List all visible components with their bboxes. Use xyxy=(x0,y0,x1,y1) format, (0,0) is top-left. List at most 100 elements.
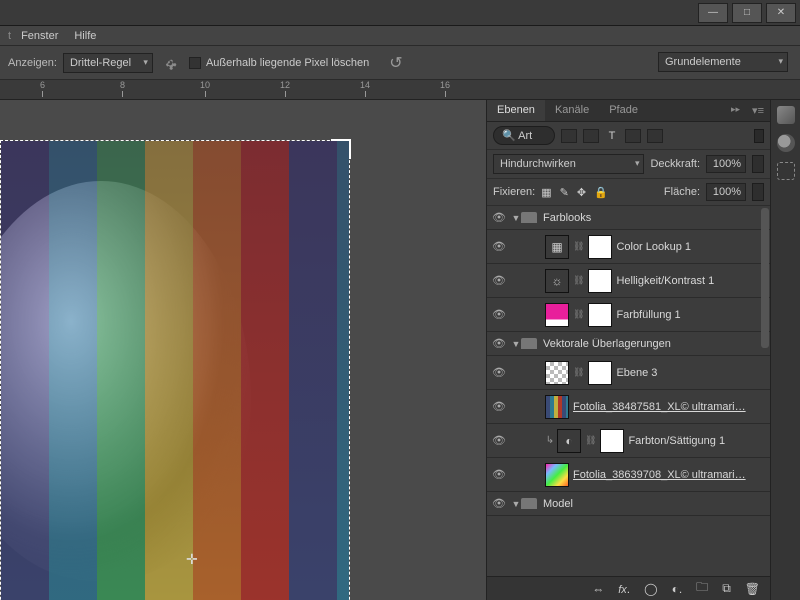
mask-thumb[interactable] xyxy=(600,429,624,453)
delete-layer-icon[interactable]: 🗑 xyxy=(745,582,760,596)
layers-panel: Ebenen Kanäle Pfade ▸▸ ▾≡ 🔍 Art T Hindur… xyxy=(486,100,770,600)
panel-collapse-icon[interactable]: ▸▸ xyxy=(725,100,746,121)
maximize-button[interactable]: □ xyxy=(732,3,762,23)
layer-item[interactable]: 👁 ▦ ⛓ Color Lookup 1 xyxy=(487,230,770,264)
scrollbar-thumb[interactable] xyxy=(761,208,769,348)
link-icon: ⛓ xyxy=(585,435,596,446)
layer-group[interactable]: 👁 ▼ Farblooks xyxy=(487,206,770,230)
tab-kanaele[interactable]: Kanäle xyxy=(545,100,599,121)
layer-group[interactable]: 👁 ▼ Vektorale Überlagerungen xyxy=(487,332,770,356)
visibility-toggle[interactable]: 👁 xyxy=(487,366,511,379)
layers-list[interactable]: 👁 ▼ Farblooks 👁 ▦ ⛓ Color Lookup 1 👁 ☼ ⛓… xyxy=(487,206,770,576)
twirl-icon[interactable]: ▼ xyxy=(511,499,521,509)
lock-all-icon[interactable]: 🔒 xyxy=(594,186,608,199)
visibility-toggle[interactable]: 👁 xyxy=(487,211,511,224)
adjustment-thumb: ◐ xyxy=(557,429,581,453)
layers-dock-icon[interactable] xyxy=(777,106,795,124)
visibility-toggle[interactable]: 👁 xyxy=(487,497,511,510)
lock-transparency-icon[interactable]: ▦ xyxy=(541,186,551,199)
layer-item[interactable]: 👁 ☼ ⛓ Helligkeit/Kontrast 1 xyxy=(487,264,770,298)
close-button[interactable]: ✕ xyxy=(766,3,796,23)
tab-pfade[interactable]: Pfade xyxy=(599,100,648,121)
options-bar: Anzeigen: Drittel-Regel Außerhalb liegen… xyxy=(0,46,800,80)
lock-label: Fixieren: xyxy=(493,186,535,198)
mask-thumb[interactable] xyxy=(588,361,612,385)
mask-thumb[interactable] xyxy=(588,269,612,293)
lock-pixels-icon[interactable]: ✎ xyxy=(560,186,569,199)
layers-footer: ⇔ fx. ◯ ◐. 🗀 ⧉ 🗑 xyxy=(487,576,770,600)
visibility-toggle[interactable]: 👁 xyxy=(487,337,511,350)
tab-ebenen[interactable]: Ebenen xyxy=(487,100,545,121)
minimize-button[interactable]: — xyxy=(698,3,728,23)
link-layers-icon[interactable]: ⇔ xyxy=(592,582,604,596)
layer-thumb xyxy=(545,395,569,419)
visibility-toggle[interactable]: 👁 xyxy=(487,400,511,413)
mask-thumb[interactable] xyxy=(588,235,612,259)
filter-toggle[interactable] xyxy=(754,129,764,143)
filter-smart-icon[interactable] xyxy=(647,129,663,143)
visibility-toggle[interactable]: 👁 xyxy=(487,240,511,253)
layer-item[interactable]: 👁 Fotolia_38639708_XL© ultramari… xyxy=(487,458,770,492)
canvas-viewport[interactable]: ✛ xyxy=(0,100,486,600)
anzeigen-dropdown[interactable]: Drittel-Regel xyxy=(63,53,153,73)
layer-thumb xyxy=(545,463,569,487)
new-adjustment-icon[interactable]: ◐. xyxy=(672,582,683,596)
layer-item[interactable]: 👁 ↳ ◐ ⛓ Farbton/Sättigung 1 xyxy=(487,424,770,458)
filter-shape-icon[interactable] xyxy=(625,129,641,143)
filter-pixel-icon[interactable] xyxy=(561,129,577,143)
layer-filter-search[interactable]: 🔍 Art xyxy=(493,126,555,145)
fill-thumb xyxy=(545,303,569,327)
new-layer-icon[interactable]: ⧉ xyxy=(722,581,731,596)
reset-icon[interactable]: ↺ xyxy=(389,53,402,73)
folder-icon xyxy=(521,338,537,349)
menu-fenster[interactable]: Fenster xyxy=(21,30,58,42)
layer-fx-icon[interactable]: fx. xyxy=(618,582,630,596)
opacity-label: Deckkraft: xyxy=(650,158,700,170)
checkbox-label: Außerhalb liegende Pixel löschen xyxy=(206,57,369,69)
clip-icon: ↳ xyxy=(545,435,555,446)
twirl-icon[interactable]: ▼ xyxy=(511,339,521,349)
mask-thumb[interactable] xyxy=(588,303,612,327)
visibility-toggle[interactable]: 👁 xyxy=(487,434,511,447)
blend-mode-dropdown[interactable]: Hindurchwirken xyxy=(493,154,644,174)
layer-mask-icon[interactable]: ◯ xyxy=(644,582,657,596)
layer-group[interactable]: 👁 ▼ Model xyxy=(487,492,770,516)
color-dock-icon[interactable] xyxy=(777,134,795,152)
layer-thumb xyxy=(545,361,569,385)
panel-menu-icon[interactable]: ▾≡ xyxy=(746,100,770,121)
folder-icon xyxy=(521,212,537,223)
adjustment-thumb: ▦ xyxy=(545,235,569,259)
paths-dock-icon[interactable] xyxy=(777,162,795,180)
folder-icon xyxy=(521,498,537,509)
fill-label: Fläche: xyxy=(664,186,700,198)
fill-stepper[interactable] xyxy=(752,183,764,201)
horizontal-ruler: 6 8 10 12 14 16 xyxy=(0,80,800,100)
gear-icon[interactable] xyxy=(163,56,177,70)
link-icon: ⛓ xyxy=(573,275,584,286)
twirl-icon[interactable]: ▼ xyxy=(511,213,521,223)
visibility-toggle[interactable]: 👁 xyxy=(487,468,511,481)
link-icon: ⛓ xyxy=(573,241,584,252)
layer-item[interactable]: 👁 ⛓ Ebene 3 xyxy=(487,356,770,390)
fill-value[interactable]: 100% xyxy=(706,183,746,201)
crop-selection[interactable]: ✛ xyxy=(0,140,350,600)
link-icon: ⛓ xyxy=(573,367,584,378)
anzeigen-label: Anzeigen: xyxy=(8,57,57,69)
opacity-stepper[interactable] xyxy=(752,155,764,173)
visibility-toggle[interactable]: 👁 xyxy=(487,274,511,287)
center-marker: ✛ xyxy=(186,551,198,568)
filter-adjust-icon[interactable] xyxy=(583,129,599,143)
filter-text-icon[interactable]: T xyxy=(605,130,619,142)
workspace-dropdown[interactable]: Grundelemente xyxy=(658,52,788,72)
adjustment-thumb: ☼ xyxy=(545,269,569,293)
layer-item[interactable]: 👁 Fotolia_38487581_XL© ultramari… xyxy=(487,390,770,424)
crop-handle-tr[interactable] xyxy=(331,139,351,159)
window-titlebar: — □ ✕ xyxy=(0,0,800,26)
new-group-icon[interactable]: 🗀 xyxy=(696,578,708,599)
visibility-toggle[interactable]: 👁 xyxy=(487,308,511,321)
delete-cropped-checkbox[interactable]: Außerhalb liegende Pixel löschen xyxy=(189,57,369,69)
opacity-value[interactable]: 100% xyxy=(706,155,746,173)
layer-item[interactable]: 👁 ⛓ Farbfüllung 1 xyxy=(487,298,770,332)
menu-hilfe[interactable]: Hilfe xyxy=(74,30,96,42)
lock-position-icon[interactable]: ✥ xyxy=(577,186,586,199)
